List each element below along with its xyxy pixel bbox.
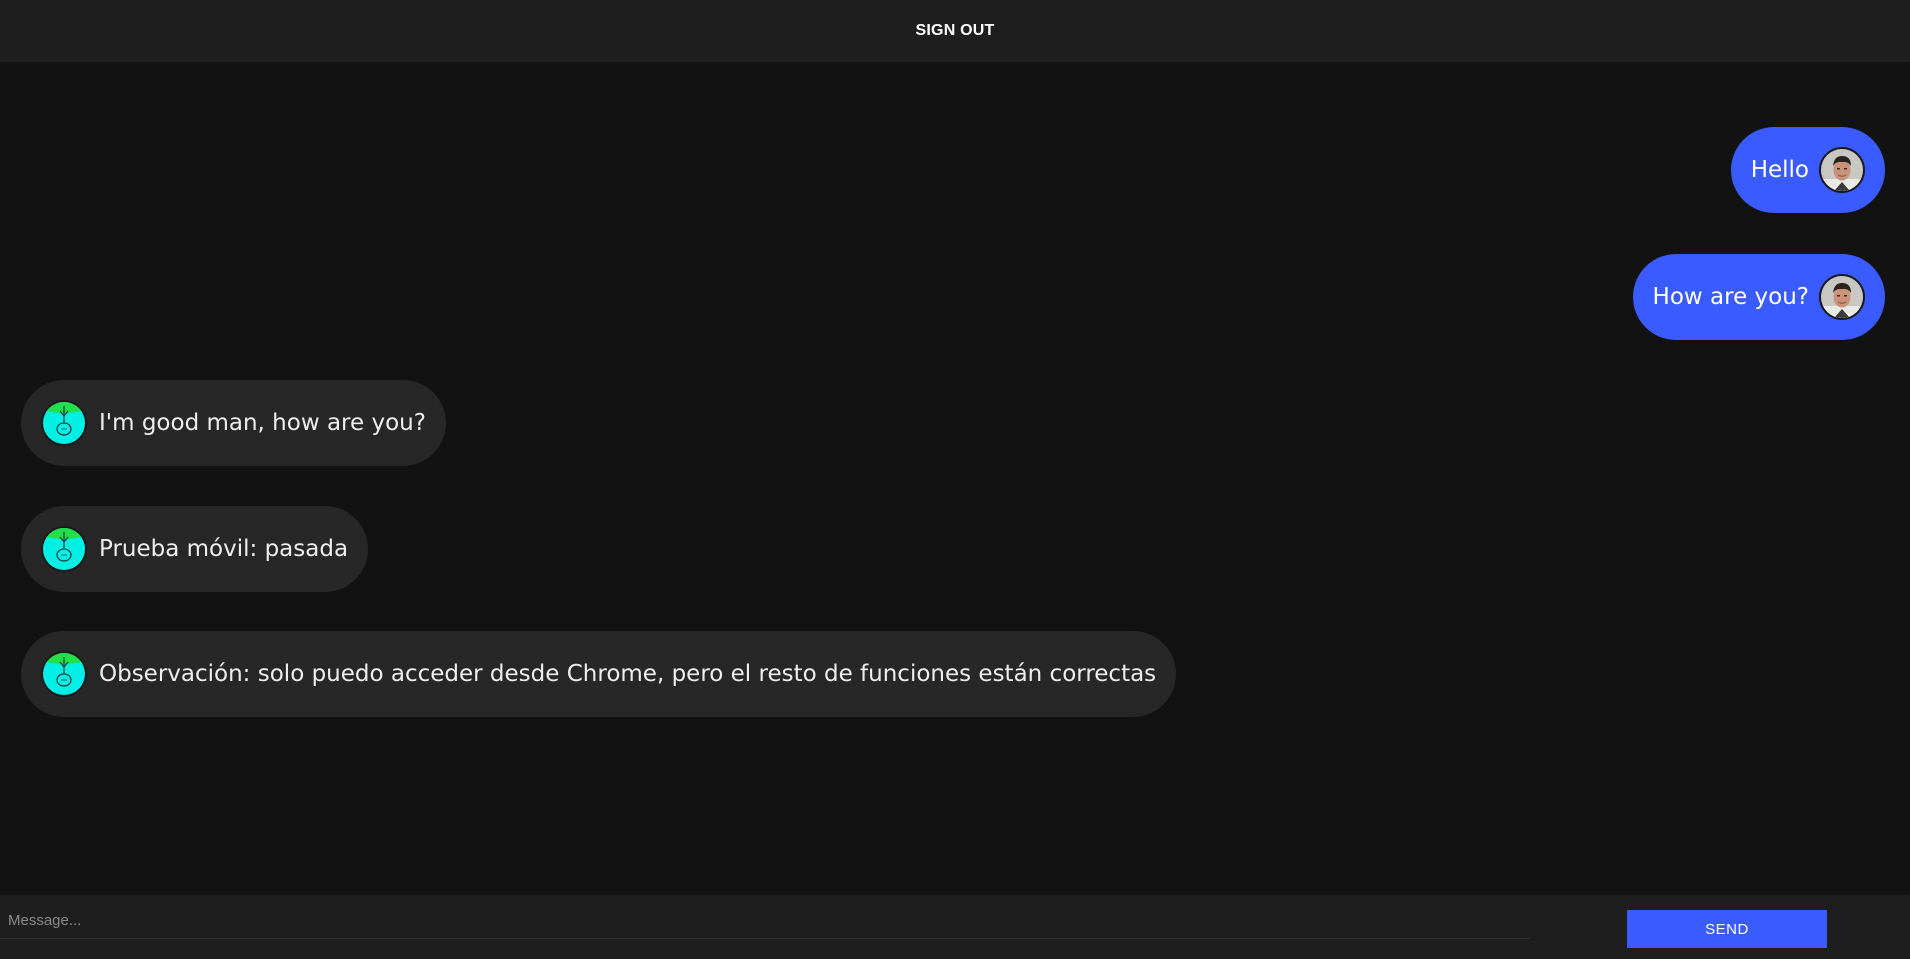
cyan-stick-figure-avatar bbox=[41, 651, 87, 697]
composer-bar: SEND bbox=[0, 895, 1910, 959]
message-text: Observación: solo puedo acceder desde Ch… bbox=[99, 661, 1157, 687]
message-text: Hello bbox=[1750, 157, 1809, 183]
message-received: Prueba móvil: pasada bbox=[21, 506, 369, 592]
cyan-stick-figure-avatar bbox=[41, 526, 87, 572]
top-bar: SIGN OUT bbox=[0, 0, 1910, 62]
message-sent: Hello bbox=[1730, 127, 1885, 213]
user-photo-avatar bbox=[1819, 274, 1865, 320]
user-photo-avatar bbox=[1819, 147, 1865, 193]
send-button[interactable]: SEND bbox=[1627, 910, 1827, 948]
message-list[interactable]: Hello How are you? I'm good man, how are… bbox=[0, 62, 1910, 895]
message-text: How are you? bbox=[1652, 284, 1809, 310]
message-received: I'm good man, how are you? bbox=[21, 380, 446, 466]
message-input[interactable] bbox=[0, 903, 1530, 939]
cyan-stick-figure-avatar bbox=[41, 400, 87, 446]
sign-out-button[interactable]: SIGN OUT bbox=[904, 16, 1007, 46]
message-text: Prueba móvil: pasada bbox=[99, 536, 349, 562]
message-received: Observación: solo puedo acceder desde Ch… bbox=[21, 631, 1177, 717]
message-text: I'm good man, how are you? bbox=[99, 410, 426, 436]
message-sent: How are you? bbox=[1632, 254, 1885, 340]
